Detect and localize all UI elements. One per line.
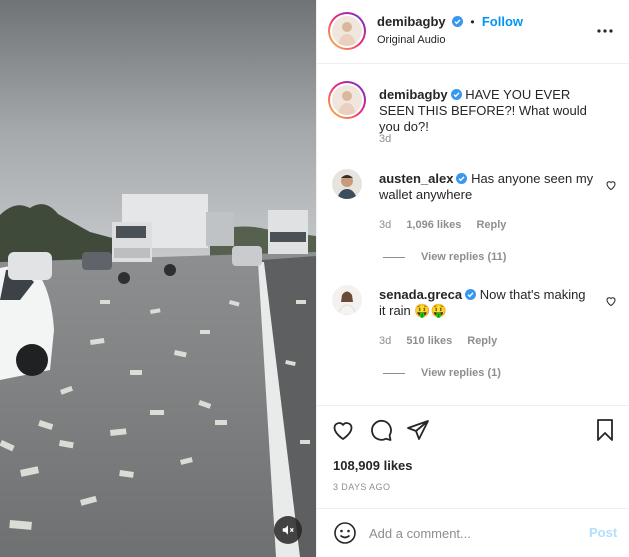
paper-plane-icon[interactable] [406,418,430,442]
add-comment-bar: Post [317,508,629,557]
view-replies-label: View replies (1) [421,367,501,379]
comment-icon[interactable] [369,418,393,442]
comment-heart-icon[interactable] [605,295,617,307]
reply-button[interactable]: Reply [476,219,506,231]
caption-meta: 3d [379,133,403,145]
comment-likes[interactable]: 510 likes [406,335,452,347]
speaker-muted-icon [282,525,294,535]
avatar-image [332,285,362,315]
likes-count[interactable]: 108,909 likes [333,458,413,473]
view-replies-button[interactable]: View replies (1) [383,367,501,379]
action-bar: 108,909 likes 3 days ago [317,405,629,505]
verified-badge-icon [450,89,462,100]
caption-text-block: demibagby HAVE YOU EVER SEEN THIS BEFORE… [379,87,594,135]
comment-avatar[interactable] [332,285,362,315]
caption-username[interactable]: demibagby [379,87,448,102]
reply-button[interactable]: Reply [467,335,497,347]
avatar-image [332,85,362,115]
comment-avatar[interactable] [332,169,362,199]
post-header: demibagby • Follow Original Audio [317,0,629,64]
post-video[interactable] [0,0,316,557]
comment-time[interactable]: 3d [379,219,391,231]
comment-meta: 3d 1,096 likes Reply [379,219,518,231]
caption-avatar[interactable] [328,81,366,119]
more-horizontal-icon[interactable] [596,22,614,40]
mute-button[interactable] [274,516,302,544]
comment-likes[interactable]: 1,096 likes [406,219,461,231]
post-side-panel: demibagby • Follow Original Audio demiba… [316,0,629,557]
comment-meta: 3d 510 likes Reply [379,335,509,347]
header-title-row: demibagby • Follow [377,14,523,29]
comment-text-block: senada.greca Now that's making it rain 🤑… [379,287,594,319]
view-replies-button[interactable]: View replies (11) [383,251,506,263]
avatar-image [332,16,362,46]
author-avatar[interactable] [328,12,366,50]
view-replies-label: View replies (11) [421,251,507,263]
verified-badge-icon [451,16,463,27]
highway-money-scene [0,0,316,557]
caption-time[interactable]: 3d [379,133,391,145]
separator-dot: • [470,15,475,29]
instagram-post: demibagby • Follow Original Audio demiba… [0,0,629,557]
audio-label[interactable]: Original Audio [377,34,446,46]
follow-button[interactable]: Follow [482,14,523,29]
verified-badge-icon [465,289,477,300]
verified-badge-icon [456,173,468,184]
author-username[interactable]: demibagby [377,14,446,29]
comment-heart-icon[interactable] [605,179,617,191]
comment-text-block: austen_alex Has anyone seen my wallet an… [379,171,594,203]
comment-username[interactable]: senada.greca [379,287,462,302]
replies-divider [383,256,405,258]
comment-time[interactable]: 3d [379,335,391,347]
post-comment-button[interactable]: Post [589,525,617,540]
comment-input[interactable] [369,522,579,544]
avatar-image [332,169,362,199]
replies-divider [383,372,405,374]
post-timestamp[interactable]: 3 days ago [333,482,390,492]
bookmark-icon[interactable] [593,418,617,442]
comments-list[interactable]: demibagby HAVE YOU EVER SEEN THIS BEFORE… [317,65,629,405]
heart-icon[interactable] [331,418,355,442]
smiley-icon[interactable] [333,521,357,545]
comment-username[interactable]: austen_alex [379,171,453,186]
